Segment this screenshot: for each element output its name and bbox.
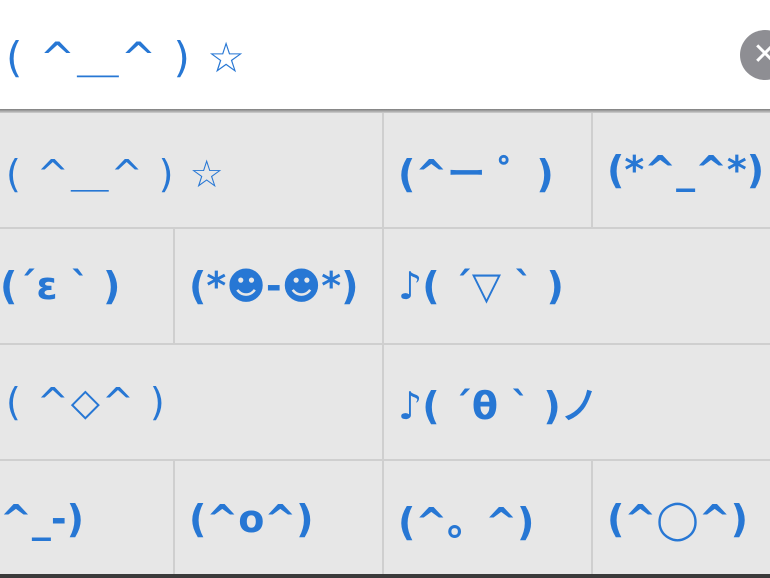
emoticon-key[interactable]: ♪( ´θ ` )ノ xyxy=(384,345,770,461)
emoticon-key[interactable]: (^o^) xyxy=(175,461,384,578)
input-text[interactable]: ( ^＿^ ) ☆ xyxy=(6,30,247,86)
emoticon-key[interactable]: ( ^＿^ ) ☆ xyxy=(0,113,384,229)
emoticon-key[interactable]: (*☻-☻*) xyxy=(175,229,384,345)
emoticon-key[interactable]: (^ー ゜) xyxy=(384,113,593,229)
emoticon-keyboard: ( ^＿^ ) ☆ ✕ ( ^＿^ ) ☆ (^ー ゜) (*^_^*) (´ε… xyxy=(0,0,770,578)
emoticon-key[interactable]: (^。^) xyxy=(384,461,593,578)
emoticon-row: ( ^◇^ ) ♪( ´θ ` )ノ xyxy=(0,345,770,461)
text-input-bar[interactable]: ( ^＿^ ) ☆ ✕ xyxy=(0,0,770,110)
emoticon-key[interactable]: ^_-) xyxy=(0,461,175,578)
emoticon-row: ^_-) (^o^) (^。^) (^◯^) xyxy=(0,461,770,578)
emoticon-row: (´ε ` ) (*☻-☻*) ♪( ´▽ ` ) xyxy=(0,229,770,345)
emoticon-key[interactable]: (*^_^*) xyxy=(593,113,770,229)
bottom-border xyxy=(0,574,770,578)
emoticon-key[interactable]: ( ^◇^ ) xyxy=(0,345,384,461)
emoticon-key[interactable]: (^◯^) xyxy=(593,461,770,578)
emoticon-row: ( ^＿^ ) ☆ (^ー ゜) (*^_^*) xyxy=(0,113,770,229)
emoticon-grid: ( ^＿^ ) ☆ (^ー ゜) (*^_^*) (´ε ` ) (*☻-☻*)… xyxy=(0,113,770,578)
emoticon-key[interactable]: ♪( ´▽ ` ) xyxy=(384,229,770,345)
close-icon: ✕ xyxy=(752,37,770,72)
emoticon-key[interactable]: (´ε ` ) xyxy=(0,229,175,345)
clear-text-button[interactable]: ✕ xyxy=(740,30,770,80)
